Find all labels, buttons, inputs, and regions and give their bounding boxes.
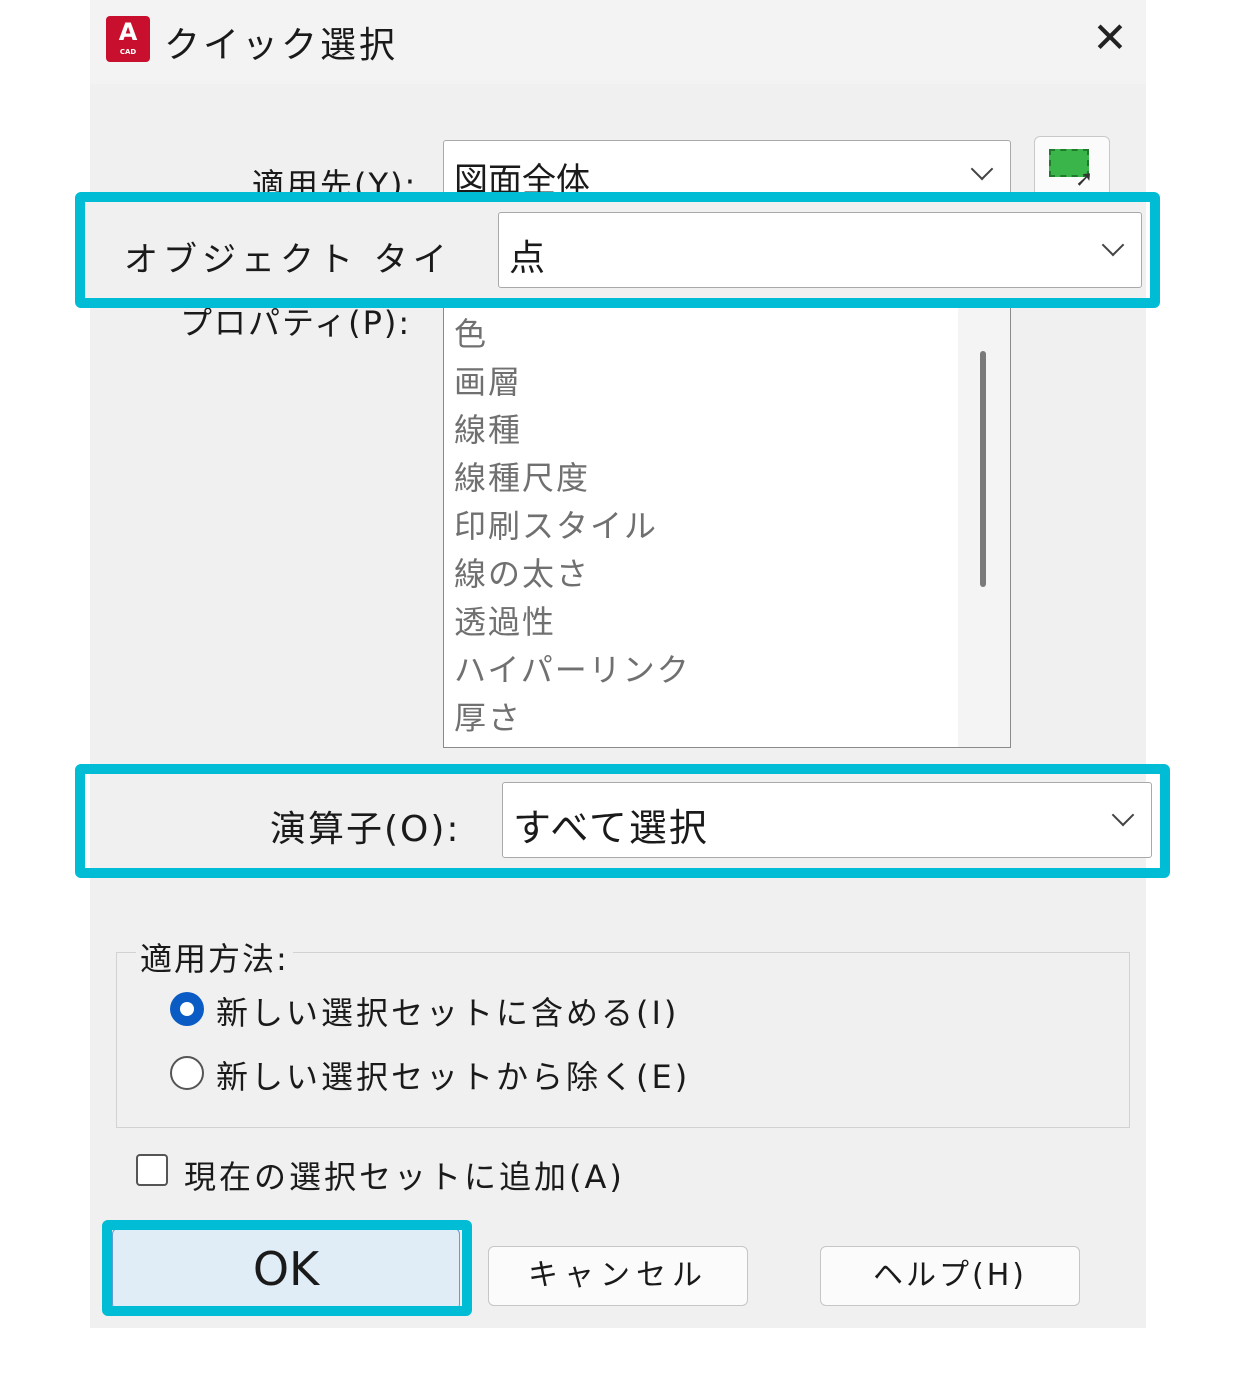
chevron-down-icon [970,157,994,181]
exclude-radio-label[interactable]: 新しい選択セットから除く(E) [216,1052,690,1098]
list-item[interactable]: ハイパーリンク [454,645,691,691]
cursor-icon: ➚ [1075,167,1094,192]
exclude-radio[interactable] [170,1056,204,1090]
app-icon-caption: CAD [119,48,137,56]
title-bar: A CAD クイック選択 ✕ [90,0,1146,84]
include-radio[interactable] [170,992,204,1026]
properties-listbox[interactable]: 色 画層 線種 線種尺度 印刷スタイル 線の太さ 透過性 ハイパーリンク 厚さ [443,300,1011,748]
list-item[interactable]: 画層 [454,357,522,403]
help-button[interactable]: ヘルプ(H) [820,1246,1080,1306]
list-item[interactable]: 印刷スタイル [454,501,658,547]
object-type-highlight [75,192,1160,308]
scrollbar[interactable] [958,301,1010,747]
list-item[interactable]: 線の太さ [454,549,590,595]
quick-select-dialog: A CAD クイック選択 ✕ 適用先(Y): 図面全体 ➚ プロパティ(P): … [75,0,1170,1328]
append-to-selection-label[interactable]: 現在の選択セットに追加(A) [184,1152,625,1198]
ok-highlight [102,1220,472,1316]
close-icon[interactable]: ✕ [1090,14,1130,62]
cancel-button-label: キャンセル [528,1258,708,1293]
apply-method-title: 適用方法: [136,934,293,980]
dialog-title: クイック選択 [164,25,399,66]
help-button-label: ヘルプ(H) [873,1258,1027,1293]
scrollbar-thumb[interactable] [980,351,986,587]
append-to-selection-checkbox[interactable] [136,1154,168,1186]
list-item[interactable]: 透過性 [454,597,556,643]
include-radio-label[interactable]: 新しい選択セットに含める(I) [216,988,679,1034]
cancel-button[interactable]: キャンセル [488,1246,748,1306]
autocad-app-icon: A CAD [106,16,150,62]
operator-highlight [75,764,1170,878]
list-item[interactable]: 色 [454,309,488,355]
app-icon-letter: A [118,18,138,46]
list-item[interactable]: 線種尺度 [454,453,590,499]
list-item[interactable]: 厚さ [454,693,522,739]
list-item[interactable]: 線種 [454,405,522,451]
